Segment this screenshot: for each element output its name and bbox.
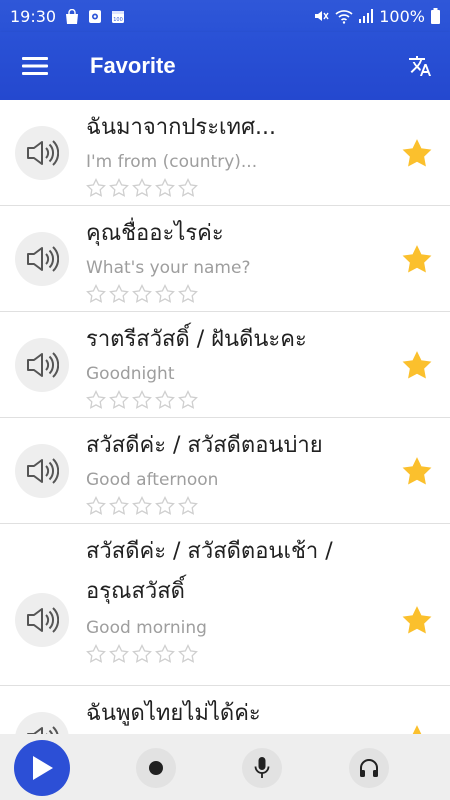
wifi-icon: [335, 9, 353, 24]
rating-star-icon[interactable]: [132, 390, 152, 410]
phrase-row[interactable]: ราตรีสวัสดิ์ / ฝันดีนะคะ Goodnight: [0, 312, 450, 418]
shopping-bag-icon: [65, 8, 79, 24]
bottom-control-bar: [0, 734, 450, 800]
rating-star-icon[interactable]: [109, 178, 129, 198]
calendar-icon: 100: [111, 9, 125, 24]
rating-stars[interactable]: [86, 390, 198, 410]
favorite-star-icon: [402, 457, 432, 485]
rating-star-icon[interactable]: [178, 644, 198, 664]
speaker-button[interactable]: [15, 444, 69, 498]
favorite-star-icon: [402, 139, 432, 167]
rating-star-icon[interactable]: [109, 644, 129, 664]
translate-button[interactable]: [390, 32, 450, 100]
microphone-icon: [254, 757, 270, 778]
phrase-row[interactable]: สวัสดีค่ะ / สวัสดีตอนบ่าย Good afternoon: [0, 418, 450, 524]
phrase-translation: What's your name?: [86, 258, 251, 278]
rating-star-icon[interactable]: [109, 390, 129, 410]
rating-stars[interactable]: [86, 644, 198, 664]
battery-percent: 100%: [379, 6, 425, 26]
favorite-star-button[interactable]: [400, 348, 434, 382]
status-time: 19:30: [10, 6, 57, 26]
phrase-row[interactable]: ฉันพูดไทยไม่ได้ค่ะTôi không thể nói tiến…: [0, 686, 450, 734]
phrase-translation: Good morning: [86, 618, 207, 638]
rating-stars[interactable]: [86, 284, 198, 304]
favorite-star-icon: [402, 351, 432, 379]
rating-star-icon[interactable]: [155, 496, 175, 516]
speaker-icon: [27, 246, 59, 272]
rating-star-icon[interactable]: [86, 178, 106, 198]
speaker-icon: [27, 458, 59, 484]
favorite-star-button[interactable]: [400, 722, 434, 734]
favorite-star-icon: [402, 245, 432, 273]
rating-stars[interactable]: [86, 178, 198, 198]
record-button[interactable]: [136, 748, 176, 788]
favorite-star-button[interactable]: [400, 136, 434, 170]
rating-star-icon[interactable]: [132, 496, 152, 516]
phrase-thai-text: สวัสดีค่ะ / สวัสดีตอนบ่าย: [86, 433, 323, 458]
record-icon: [149, 761, 163, 775]
rating-star-icon[interactable]: [86, 284, 106, 304]
phrase-row[interactable]: คุณชื่ออะไรค่ะ What's your name?: [0, 206, 450, 312]
rating-star-icon[interactable]: [132, 644, 152, 664]
translate-icon: [409, 56, 431, 76]
phrase-thai-text: ฉันพูดไทยไม่ได้ค่ะ: [86, 701, 261, 726]
favorite-star-button[interactable]: [400, 603, 434, 637]
speaker-button[interactable]: [15, 232, 69, 286]
speaker-button[interactable]: [15, 712, 69, 734]
phrase-thai-text: ฉันมาจากประเทศ...: [86, 115, 277, 140]
rating-stars[interactable]: [86, 496, 198, 516]
rating-star-icon[interactable]: [155, 644, 175, 664]
phrase-thai-text: สวัสดีค่ะ / สวัสดีตอนเช้า /: [86, 539, 333, 564]
rating-star-icon[interactable]: [109, 284, 129, 304]
speaker-button[interactable]: [15, 593, 69, 647]
rating-star-icon[interactable]: [155, 178, 175, 198]
phrase-translation: I'm from (country)...: [86, 152, 258, 172]
speaker-button[interactable]: [15, 338, 69, 392]
menu-button[interactable]: [0, 32, 70, 100]
favorite-star-icon: [402, 606, 432, 634]
speaker-icon: [27, 140, 59, 166]
speaker-icon: [27, 352, 59, 378]
rating-star-icon[interactable]: [178, 496, 198, 516]
rating-star-icon[interactable]: [155, 284, 175, 304]
phrase-thai-text: อรุณสวัสดิ์: [86, 579, 185, 604]
app-bar: Favorite: [0, 32, 450, 100]
phrase-translation: Good afternoon: [86, 470, 219, 490]
rating-star-icon[interactable]: [86, 644, 106, 664]
phrase-row[interactable]: ฉันมาจากประเทศ... I'm from (country)...: [0, 100, 450, 206]
speaker-icon: [27, 726, 59, 734]
phrase-thai-text: คุณชื่ออะไรค่ะ: [86, 221, 224, 246]
rating-star-icon[interactable]: [132, 178, 152, 198]
favorite-star-button[interactable]: [400, 454, 434, 488]
headphones-button[interactable]: [349, 748, 389, 788]
microphone-button[interactable]: [242, 748, 282, 788]
rating-star-icon[interactable]: [178, 284, 198, 304]
favorite-star-icon: [412, 725, 422, 734]
favorite-star-button[interactable]: [400, 242, 434, 276]
menu-icon: [22, 57, 48, 75]
rating-star-icon[interactable]: [86, 390, 106, 410]
page-title: Favorite: [90, 53, 176, 78]
speaker-button[interactable]: [15, 126, 69, 180]
play-icon: [33, 756, 53, 780]
signal-icon: [359, 9, 374, 23]
rating-star-icon[interactable]: [132, 284, 152, 304]
phrase-translation: Goodnight: [86, 364, 175, 384]
phrase-row[interactable]: สวัสดีค่ะ / สวัสดีตอนเช้า / อรุณสวัสดิ์ Go…: [0, 524, 450, 686]
headphones-icon: [360, 759, 378, 777]
phrase-thai-text: ราตรีสวัสดิ์ / ฝันดีนะคะ: [86, 327, 307, 352]
play-button[interactable]: [14, 740, 70, 796]
mute-icon: [313, 8, 329, 24]
rating-star-icon[interactable]: [178, 178, 198, 198]
calendar-day: 100: [113, 17, 123, 23]
battery-icon: [431, 8, 440, 24]
favorite-list[interactable]: ฉันมาจากประเทศ... I'm from (country)... คุ…: [0, 100, 450, 734]
status-bar: 19:30 100 100%: [0, 0, 450, 32]
rating-star-icon[interactable]: [109, 496, 129, 516]
rating-star-icon[interactable]: [178, 390, 198, 410]
app-notification-icon: [88, 9, 102, 24]
rating-star-icon[interactable]: [86, 496, 106, 516]
speaker-icon: [27, 607, 59, 633]
rating-star-icon[interactable]: [155, 390, 175, 410]
